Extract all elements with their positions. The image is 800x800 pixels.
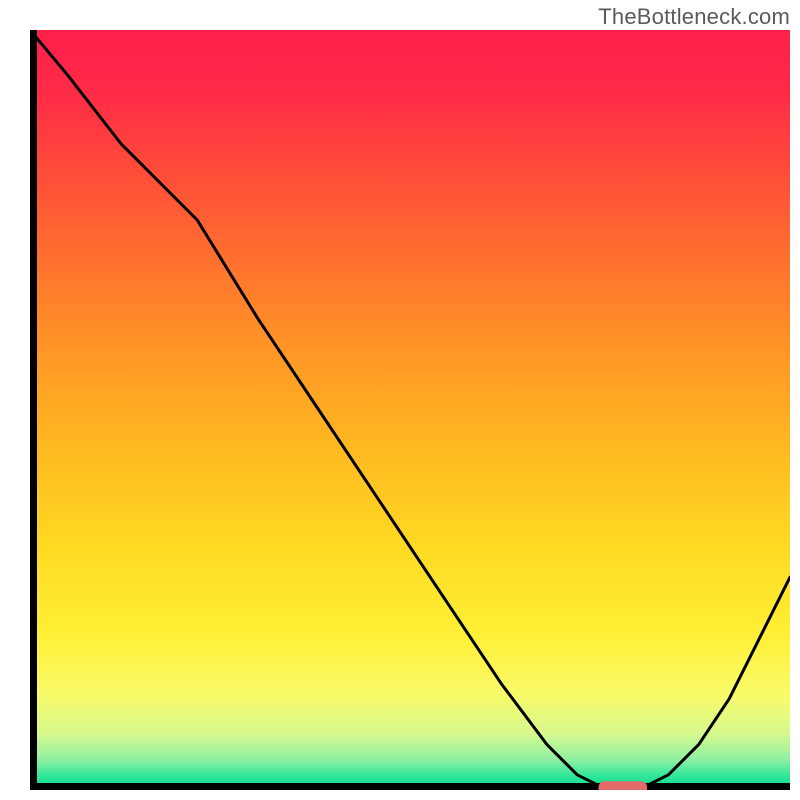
chart-area — [30, 30, 790, 790]
watermark-text: TheBottleneck.com — [598, 4, 790, 30]
chart-svg — [30, 30, 790, 790]
optimal-marker — [599, 781, 648, 790]
chart-container: TheBottleneck.com — [0, 0, 800, 800]
chart-background — [34, 30, 791, 787]
